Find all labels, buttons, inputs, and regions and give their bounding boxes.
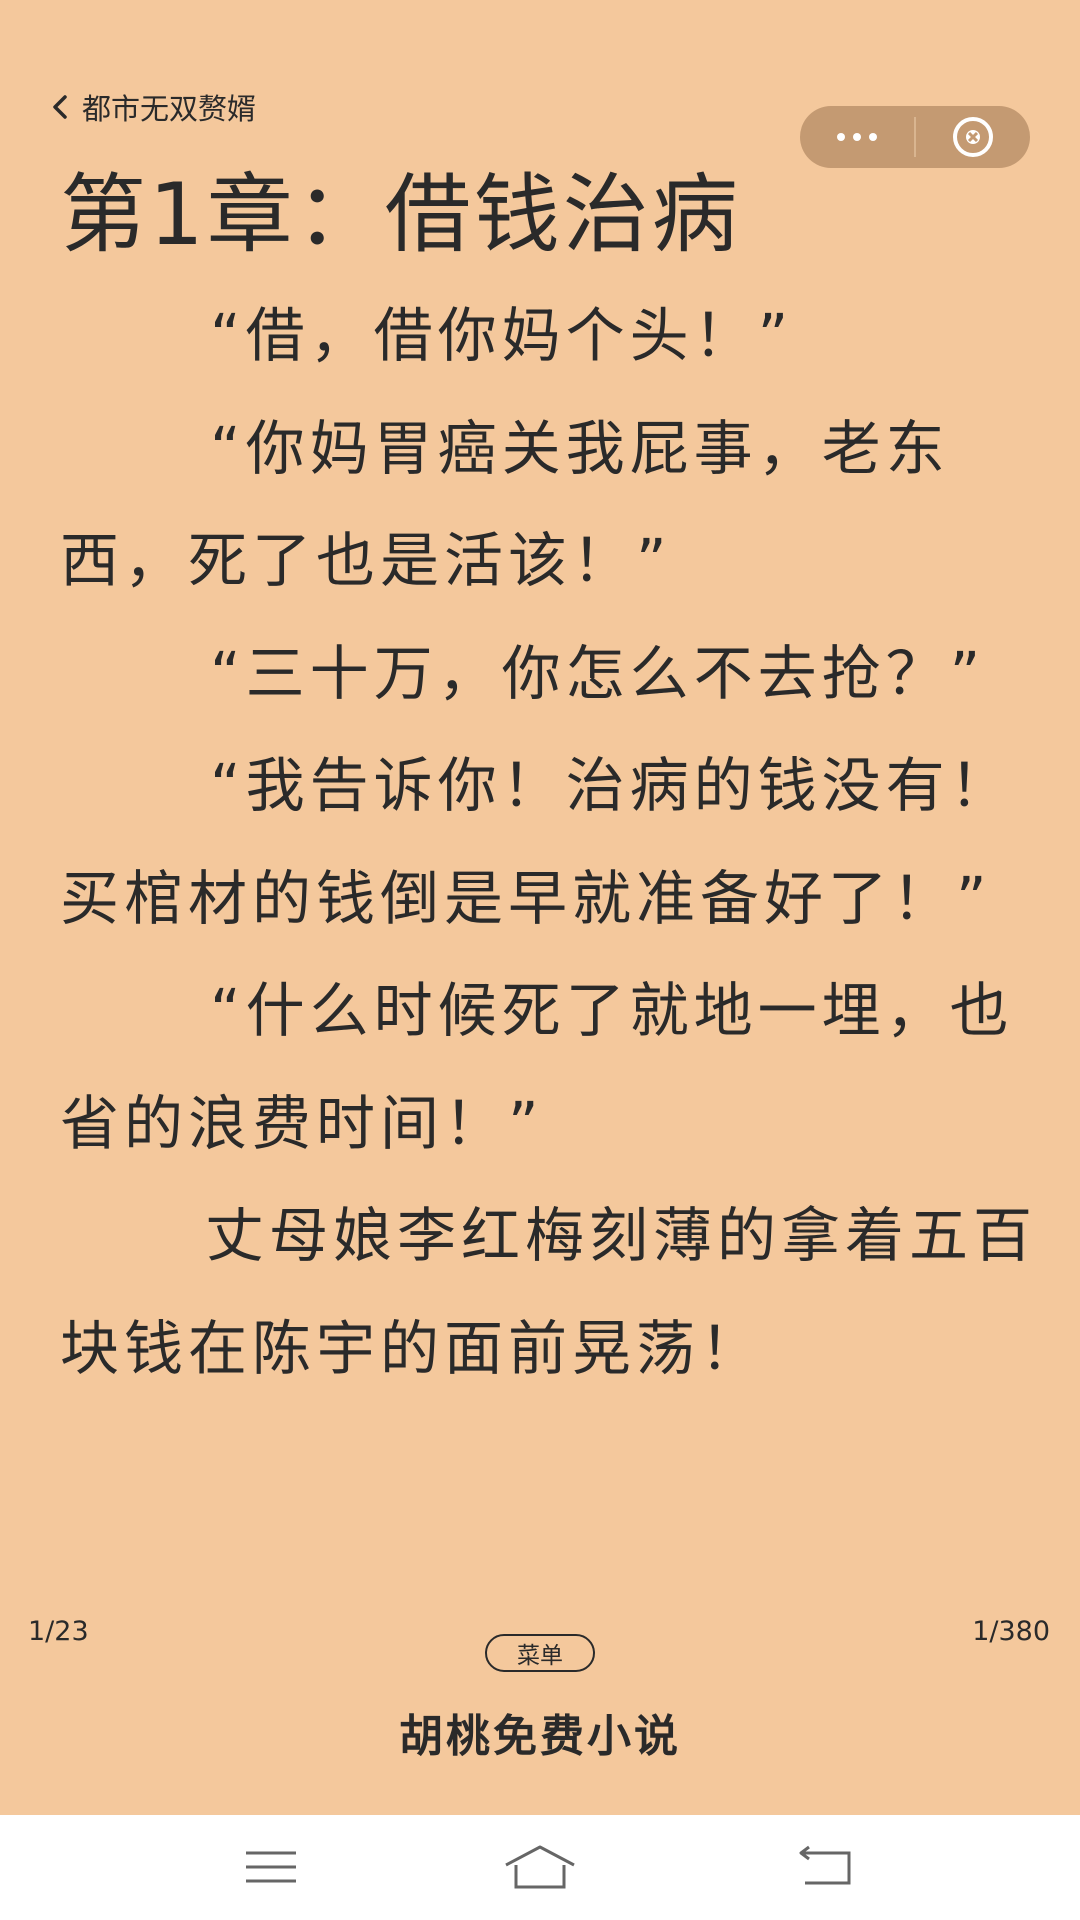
app-brand: 胡桃免费小说 — [399, 1711, 681, 1762]
chapter-body: “借，借你妈个头！” “你妈胃癌关我屁事，老东西，死了也是活该！” “三十万，你… — [60, 280, 1040, 1405]
back-button[interactable] — [780, 1835, 870, 1899]
chapter-progress: 1/380 — [972, 1616, 1050, 1647]
back-to-book-button[interactable]: 都市无双赘婿 — [52, 86, 256, 128]
more-button[interactable] — [800, 106, 914, 168]
home-button[interactable] — [495, 1835, 585, 1899]
home-icon — [505, 1845, 575, 1889]
back-icon — [799, 1845, 851, 1885]
paragraph: 丈母娘李红梅刻薄的拿着五百块钱在陈宇的面前晃荡！ — [60, 1201, 1038, 1383]
book-title: 都市无双赘婿 — [82, 92, 257, 126]
system-navigation-bar — [0, 1815, 1080, 1920]
mini-program-capsule — [800, 106, 1030, 168]
paragraph: “借，借你妈个头！” — [210, 301, 794, 370]
more-dots-icon — [837, 133, 877, 141]
close-button[interactable] — [916, 106, 1030, 168]
menu-button[interactable]: 菜单 — [485, 1634, 595, 1672]
reader-page[interactable]: 都市无双赘婿 第1章：借钱治病 “借，借你妈个头！” “你妈胃癌关我屁事，老东西… — [0, 0, 1080, 1815]
chapter-title: 第1章：借钱治病 — [60, 165, 741, 265]
paragraph: “你妈胃癌关我屁事，老东西，死了也是活该！” — [60, 413, 950, 596]
recent-apps-icon — [246, 1851, 296, 1883]
chevron-left-icon — [53, 95, 67, 119]
paragraph: “三十万，你怎么不去抢？” — [210, 638, 986, 708]
page-in-chapter: 1/23 — [28, 1616, 89, 1647]
paragraph: “什么时候死了就地一埋，也省的浪费时间！” — [60, 976, 1014, 1158]
recent-apps-button[interactable] — [226, 1835, 316, 1899]
close-circle-icon — [953, 117, 993, 157]
paragraph: “我告诉你！治病的钱没有！买棺材的钱倒是早就准备好了！” — [60, 751, 1014, 933]
